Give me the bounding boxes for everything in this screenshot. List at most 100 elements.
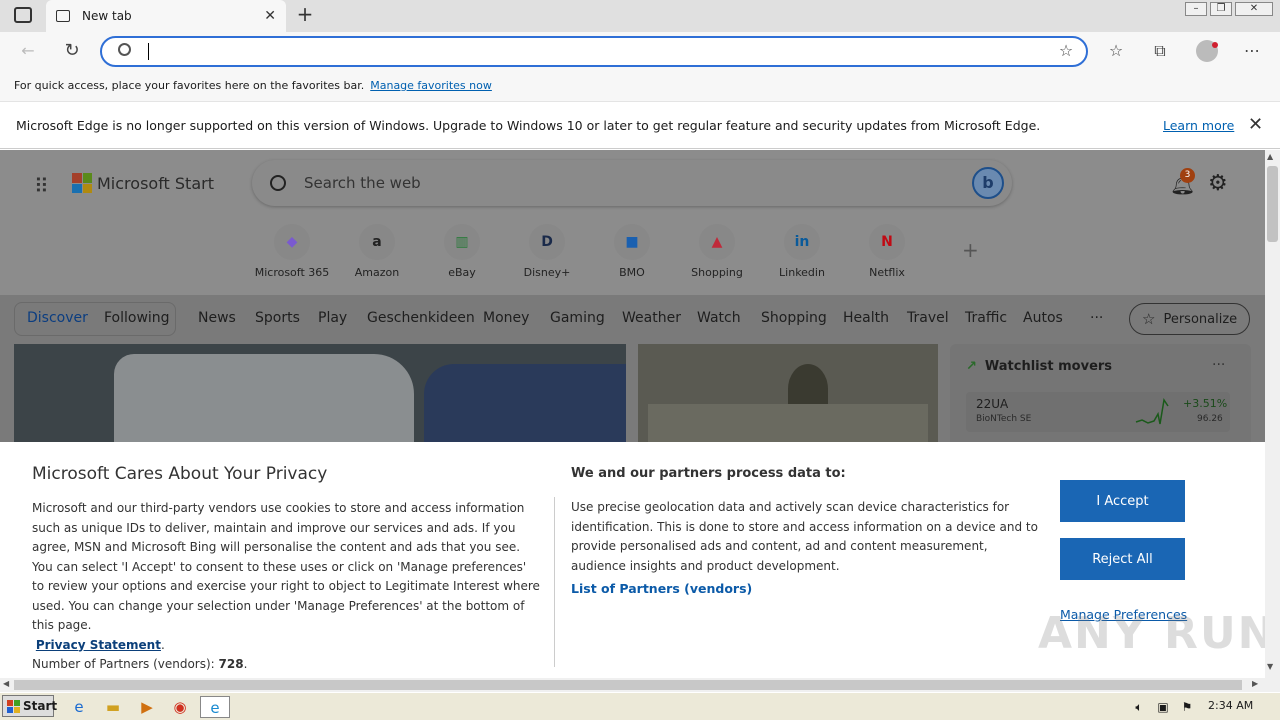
new-tab-button[interactable]: + [294,4,316,26]
minimize-button[interactable]: – [1185,2,1207,16]
collections-icon[interactable]: ⧉ [1148,39,1172,63]
nav-item-shopping[interactable]: Shopping [761,310,827,326]
nav-item-money[interactable]: Money [483,310,529,326]
quick-link-label: Amazon [354,266,400,279]
scroll-right-arrow-icon[interactable]: ▶ [1252,679,1258,688]
chrome-taskbar-icon[interactable]: ◉ [169,696,191,718]
bing-chat-icon[interactable]: b [972,167,1004,199]
partners-count-value: 728 [218,657,244,671]
web-search-box[interactable]: Search the web [252,160,1012,206]
stock-price: 96.26 [1197,414,1223,424]
personalize-icon: ☆ [1142,310,1156,328]
quick-link-disney-[interactable]: D Disney+ [507,224,587,279]
quick-link-amazon[interactable]: a Amazon [337,224,417,279]
horizontal-scroll-thumb[interactable] [14,680,1242,690]
manage-favorites-link[interactable]: Manage favorites now [370,79,492,92]
search-icon [270,175,286,191]
microsoft-logo-icon [72,173,92,193]
stock-symbol: 22UA [976,397,1009,411]
trend-up-icon: ↗ [966,359,977,374]
quick-link-label: BMO [619,266,645,279]
favorites-bar-text: For quick access, place your favorites h… [14,79,365,92]
back-icon[interactable]: ← [16,39,40,63]
quick-link-microsoft-365[interactable]: ◆ Microsoft 365 [252,224,332,279]
volume-icon[interactable]: 🔈︎ [1128,696,1150,718]
infobar-close-icon[interactable]: ✕ [1248,114,1263,135]
quick-link-label: Microsoft 365 [254,266,330,279]
personalize-button[interactable]: ☆ Personalize [1129,303,1250,335]
quick-link-label: Netflix [869,266,905,279]
tab-close-icon[interactable]: ✕ [264,8,276,24]
watchlist-more-icon[interactable]: ··· [1212,357,1225,373]
quick-link-logo-icon: ▥ [444,224,480,260]
favorites-icon[interactable]: ☆ [1104,39,1128,63]
tab-new-tab[interactable]: New tab ✕ [46,0,286,32]
list-of-partners-link[interactable]: List of Partners (vendors) [571,581,752,596]
news-card-classroom[interactable] [638,344,938,454]
stock-row[interactable]: 22UA BioNTech SE +3.51% 96.26 [966,392,1230,432]
address-bar[interactable] [100,36,1088,67]
quick-link-label: Shopping [691,266,743,279]
quick-link-shopping[interactable]: ▲ Shopping [677,224,757,279]
learn-more-link[interactable]: Learn more [1163,118,1234,133]
more-menu-icon[interactable]: ⋯ [1240,39,1264,63]
watchlist-title-text: Watchlist movers [984,359,1113,374]
personalize-label: Personalize [1163,311,1238,327]
scroll-down-arrow-icon[interactable]: ▼ [1267,662,1273,671]
quick-link-linkedin[interactable]: in Linkedin [762,224,842,279]
privacy-title: Microsoft Cares About Your Privacy [32,464,328,484]
stock-change: +3.51% [1183,397,1228,410]
nav-item-gaming[interactable]: Gaming [550,310,605,326]
privacy-divider [554,497,555,667]
news-card-cars[interactable] [14,344,626,454]
nav-item-news[interactable]: News [198,310,236,326]
restore-button[interactable]: ❐ [1210,2,1232,16]
quick-link-label: eBay [448,266,476,279]
quick-link-netflix[interactable]: N Netflix [847,224,927,279]
apps-launcher-icon[interactable]: ⠿ [34,174,49,198]
nav-item-autos[interactable]: Autos [1023,310,1063,326]
start-button[interactable]: Start [2,695,58,717]
quick-link-logo-icon: N [869,224,905,260]
edge-taskbar-icon[interactable]: e [200,696,230,718]
scroll-up-arrow-icon[interactable]: ▲ [1267,152,1273,161]
reject-all-button[interactable]: Reject All [1060,538,1185,580]
network-icon[interactable]: ▣ [1152,696,1174,718]
accept-button[interactable]: I Accept [1060,480,1185,522]
tab-discover[interactable]: Discover [27,310,88,326]
vertical-scroll-thumb[interactable] [1267,166,1278,242]
tab-title: New tab [82,9,132,23]
quick-link-logo-icon: D [529,224,565,260]
page-icon [56,10,70,22]
quick-link-bmo[interactable]: ■ BMO [592,224,672,279]
white-car-image [114,354,414,454]
tab-following[interactable]: Following [104,310,170,326]
privacy-statement-link[interactable]: Privacy Statement [36,638,161,652]
infobar-message: Microsoft Edge is no longer supported on… [16,117,1041,133]
taskbar-clock[interactable]: 2:34 AM [1208,699,1253,712]
tab-actions-icon[interactable] [14,7,32,23]
windows-logo-icon [7,699,20,713]
nav-item-geschenkideen[interactable]: Geschenkideen [367,310,475,326]
ie-taskbar-icon[interactable]: e [68,696,90,718]
media-player-taskbar-icon[interactable]: ▶ [136,696,158,718]
explorer-taskbar-icon[interactable]: ▬ [102,696,124,718]
nav-more-icon[interactable]: ··· [1090,310,1103,326]
nav-item-health[interactable]: Health [843,310,889,326]
add-favorite-icon[interactable]: ☆ [1054,39,1078,63]
quick-link-logo-icon: ▲ [699,224,735,260]
start-label: Start [23,699,58,713]
nav-item-play[interactable]: Play [318,310,347,326]
add-quick-link-icon[interactable]: + [962,238,979,262]
nav-item-weather[interactable]: Weather [622,310,681,326]
quick-link-ebay[interactable]: ▥ eBay [422,224,502,279]
nav-item-traffic[interactable]: Traffic [965,310,1007,326]
scroll-left-arrow-icon[interactable]: ◀ [3,679,9,688]
close-window-button[interactable]: ✕ [1235,2,1273,16]
action-center-flag-icon[interactable]: ⚑ [1176,696,1198,718]
nav-item-watch[interactable]: Watch [697,310,741,326]
nav-item-sports[interactable]: Sports [255,310,300,326]
refresh-icon[interactable]: ↻ [60,39,84,63]
settings-gear-icon[interactable]: ⚙ [1208,171,1228,196]
nav-item-travel[interactable]: Travel [907,310,949,326]
